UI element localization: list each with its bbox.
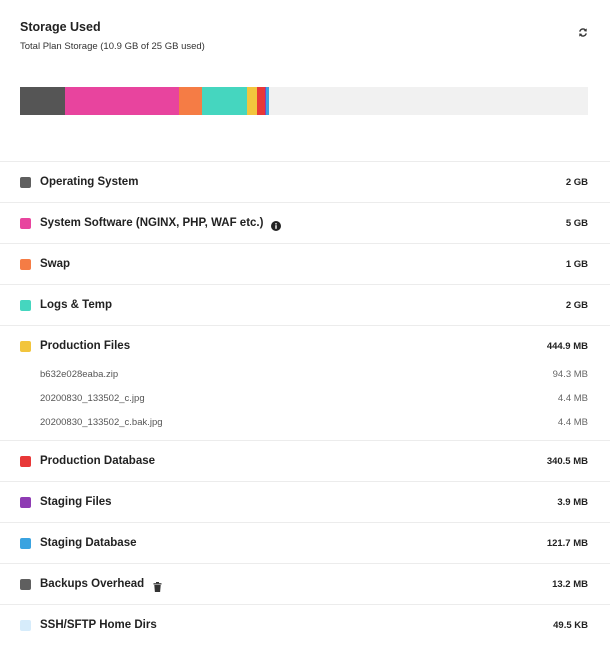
storage-usage-bar [20, 87, 588, 115]
item-label: System Software (NGINX, PHP, WAF etc.) [40, 217, 264, 229]
item-value: 1 GB [565, 258, 588, 270]
production-files-list: b632e028eaba.zip 94.3 MB 20200830_133502… [40, 362, 588, 434]
color-swatch [20, 537, 31, 549]
color-swatch [20, 176, 31, 188]
item-value: 2 GB [565, 176, 588, 188]
item-value: 340.5 MB [546, 455, 588, 467]
color-swatch [20, 340, 31, 352]
item-label: Backups Overhead [40, 578, 145, 590]
color-swatch [20, 217, 31, 229]
list-item-operating-system: Operating System 2 GB [0, 161, 610, 202]
item-value: 121.7 MB [546, 537, 588, 549]
file-size: 4.4 MB [557, 416, 588, 428]
file-name: 20200830_133502_c.jpg [40, 392, 145, 404]
usage-bar-segment [65, 87, 180, 115]
usage-bar-segment [257, 87, 266, 115]
list-item-production-files: Production Files 444.9 MB b632e028eaba.z… [0, 325, 610, 440]
file-row: 20200830_133502_c.jpg 4.4 MB [40, 386, 588, 410]
usage-bar-segment [247, 87, 258, 115]
list-item-production-database: Production Database 340.5 MB [0, 440, 610, 481]
trash-icon[interactable] [153, 579, 162, 592]
item-label: Operating System [40, 176, 139, 188]
color-swatch [20, 299, 31, 311]
list-item-system-software: System Software (NGINX, PHP, WAF etc.) 5… [0, 202, 610, 243]
usage-bar-segment [266, 87, 269, 115]
file-name: 20200830_133502_c.bak.jpg [40, 416, 163, 428]
color-swatch [20, 455, 31, 467]
usage-bar-segment [20, 87, 66, 115]
file-row: 20200830_133502_c.bak.jpg 4.4 MB [40, 410, 588, 434]
usage-bar-segment [201, 87, 248, 115]
file-row: b632e028eaba.zip 94.3 MB [40, 362, 588, 386]
item-label: Logs & Temp [40, 299, 112, 311]
usage-bar-segment [179, 87, 202, 115]
page-title: Storage Used [20, 20, 101, 34]
storage-subtitle: Total Plan Storage (10.9 GB of 25 GB use… [20, 41, 205, 52]
item-value: 5 GB [565, 217, 588, 229]
list-item-staging-database: Staging Database 121.7 MB [0, 522, 610, 563]
item-value: 444.9 MB [546, 340, 588, 352]
color-swatch [20, 496, 31, 508]
item-label: Swap [40, 258, 71, 270]
color-swatch [20, 258, 31, 270]
file-size: 4.4 MB [557, 392, 588, 404]
item-label: Production Database [40, 455, 156, 467]
color-swatch [20, 619, 31, 631]
list-item-swap: Swap 1 GB [0, 243, 610, 284]
item-label: Staging Database [40, 537, 137, 549]
file-size: 94.3 MB [552, 368, 588, 380]
color-swatch [20, 578, 31, 590]
list-item-staging-files: Staging Files 3.9 MB [0, 481, 610, 522]
refresh-icon[interactable] [578, 27, 590, 39]
item-value: 13.2 MB [552, 578, 588, 590]
item-label: SSH/SFTP Home Dirs [40, 619, 157, 631]
storage-header: Storage Used Total Plan Storage (10.9 GB… [20, 20, 590, 53]
list-item-backups-overhead: Backups Overhead 13.2 MB [0, 563, 610, 604]
item-value: 2 GB [565, 299, 588, 311]
list-item-logs-temp: Logs & Temp 2 GB [0, 284, 610, 325]
item-value: 3.9 MB [557, 496, 588, 508]
list-item-ssh-sftp-home-dirs: SSH/SFTP Home Dirs 49.5 KB [0, 604, 610, 645]
item-label: Staging Files [40, 496, 112, 508]
item-value: 49.5 KB [553, 619, 588, 631]
item-label: Production Files [40, 340, 131, 352]
storage-breakdown-list: Operating System 2 GB System Software (N… [0, 161, 610, 645]
info-icon[interactable] [271, 218, 282, 231]
file-name: b632e028eaba.zip [40, 368, 119, 380]
